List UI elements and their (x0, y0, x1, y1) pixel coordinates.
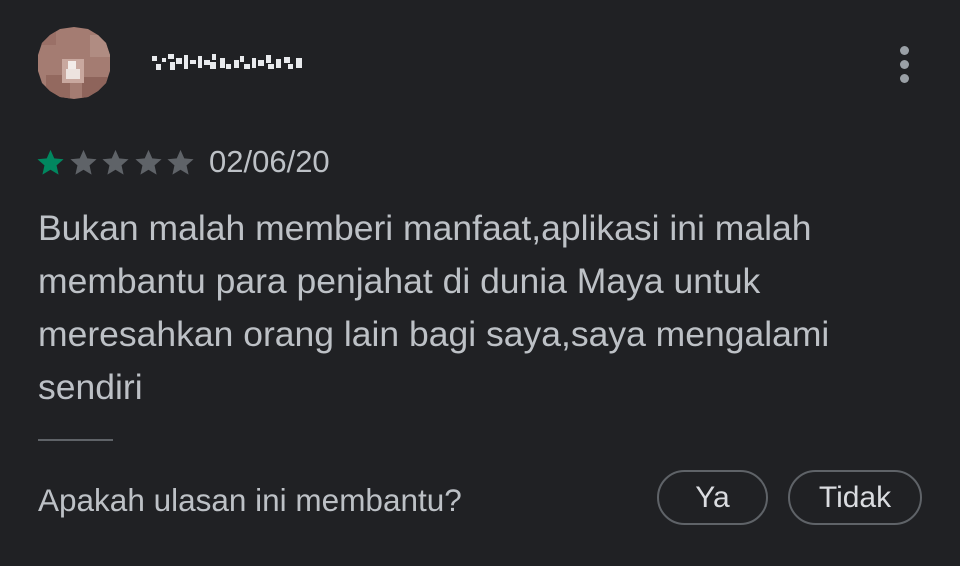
helpful-yes-button[interactable]: Ya (657, 470, 768, 525)
avatar-image (38, 27, 110, 99)
star-rating (36, 147, 199, 177)
star-empty-icon (102, 149, 129, 175)
star-filled-icon (37, 149, 64, 175)
star-empty-icon (167, 149, 194, 175)
helpful-no-button[interactable]: Tidak (788, 470, 922, 525)
review-date: 02/06/20 (209, 144, 330, 179)
star-empty-icon (134, 149, 162, 175)
review-text: Bukan malah memberi manfaat,aplikasi ini… (38, 208, 830, 407)
star-empty-icon (69, 149, 97, 175)
more-vert-icon-dot (900, 60, 909, 69)
obscured-name-graphic (152, 54, 302, 70)
reviewer-name-obscured (148, 50, 312, 84)
more-vert-icon-dot (900, 74, 909, 83)
helpful-question: Apakah ulasan ini membantu? (38, 482, 462, 518)
more-vert-icon (900, 46, 909, 55)
reviewer-avatar (36, 25, 112, 101)
divider (38, 439, 113, 441)
more-options-button[interactable] (888, 40, 922, 90)
